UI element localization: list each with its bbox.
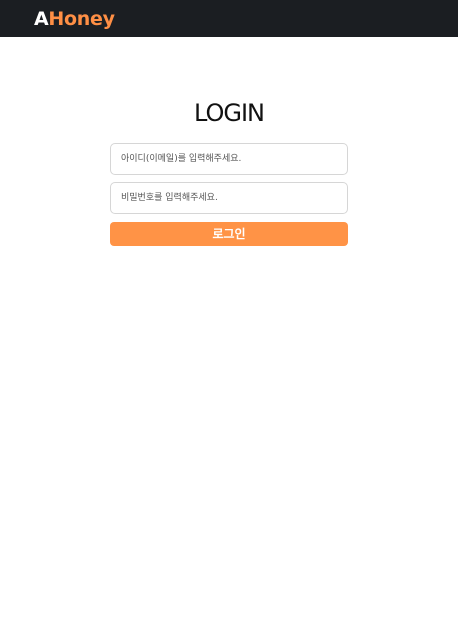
top-header: AHoney <box>0 0 458 37</box>
login-button[interactable]: 로그인 <box>110 222 348 246</box>
page-title: LOGIN <box>193 99 265 127</box>
logo-word-honey: Honey <box>48 8 115 30</box>
logo-letter-a: A <box>34 8 49 30</box>
password-field[interactable] <box>110 182 348 214</box>
brand-logo[interactable]: AHoney <box>34 7 115 31</box>
email-field[interactable] <box>110 143 348 175</box>
